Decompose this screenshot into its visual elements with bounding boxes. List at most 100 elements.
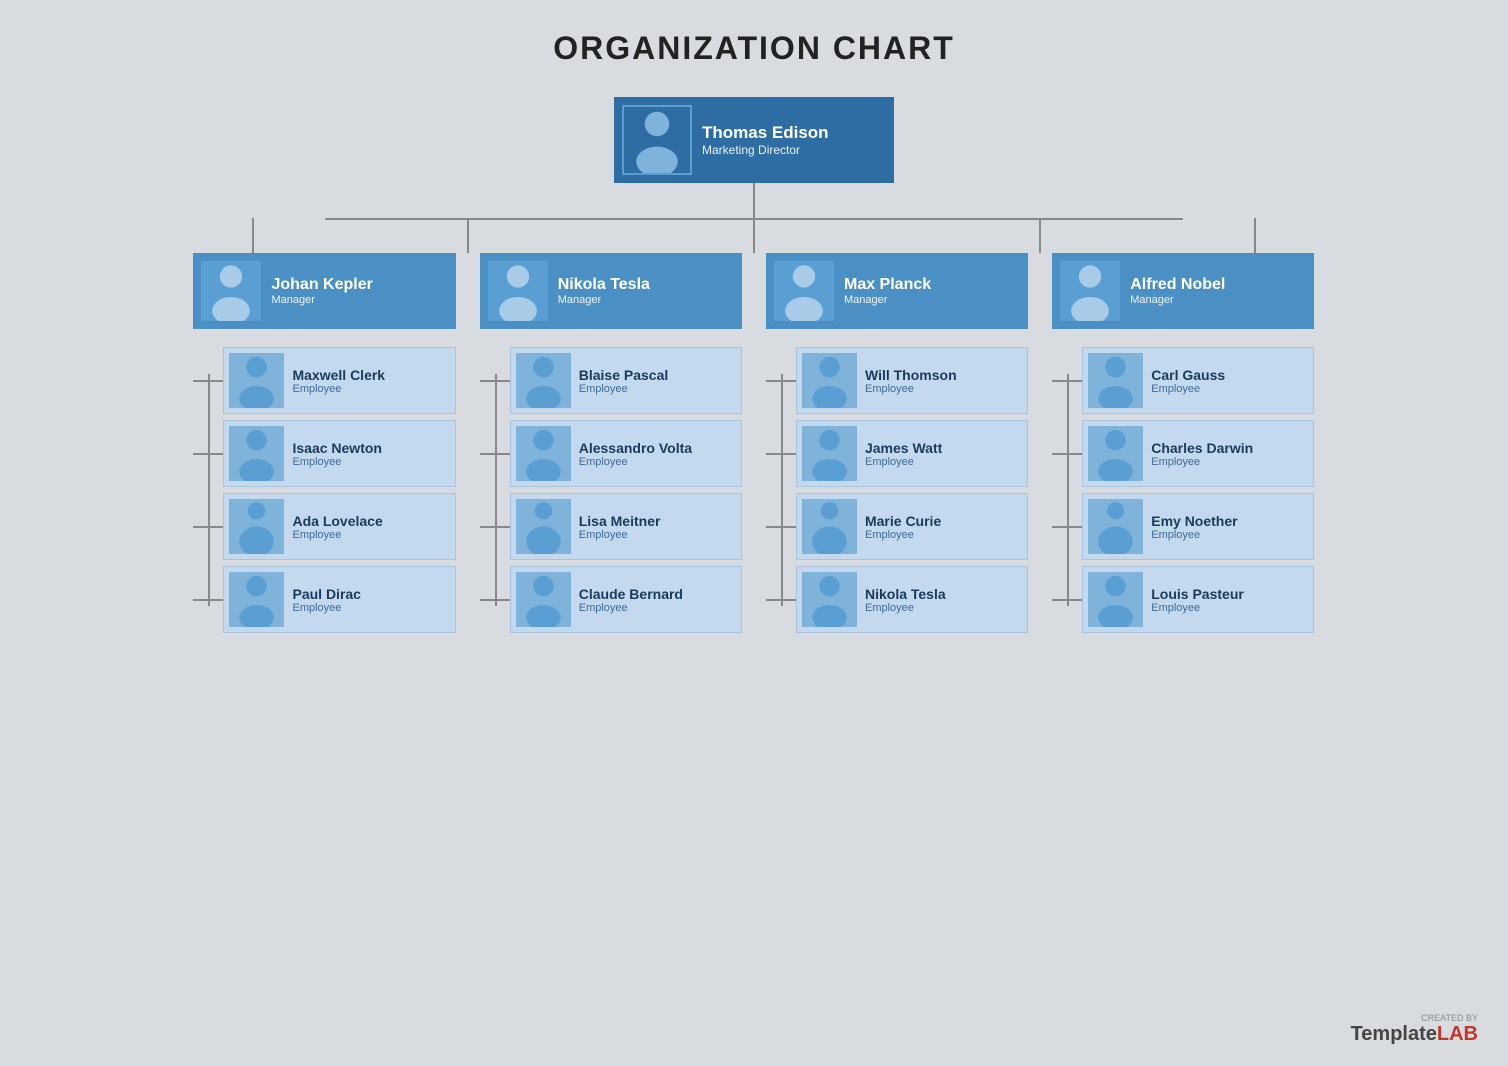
manager-col-2: Max Planck Manager [754, 253, 1040, 633]
emp-name-0-0: Maxwell Clerk [292, 367, 385, 383]
vline-right-1 [1039, 218, 1041, 253]
emp-text-2-2: Marie Curie Employee [865, 513, 941, 541]
emp-name-0-2: Ada Lovelace [292, 513, 382, 529]
manager-name-1: Nikola Tesla [558, 276, 650, 294]
emp-card-3-2: Emy Noether Employee [1082, 493, 1314, 560]
emp-vline-2 [781, 374, 783, 606]
emp-vline-1 [495, 374, 497, 606]
manager-role-2: Manager [844, 294, 931, 306]
vline-left-2 [467, 218, 469, 253]
emp-card-1-1: Alessandro Volta Employee [510, 420, 742, 487]
manager-card-1: Nikola Tesla Manager [480, 253, 742, 329]
emp-row-1-2: Lisa Meitner Employee [510, 493, 742, 560]
manager-card-3: Alfred Nobel Manager [1052, 253, 1314, 329]
manager-card-0: Johan Kepler Manager [193, 253, 455, 329]
watermark-lab: LAB [1437, 1023, 1478, 1045]
emp-list-2: Will Thomson Employee [796, 347, 1028, 633]
org-chart: ORGANIZATION CHART Thomas Edison Marketi… [20, 30, 1488, 633]
emp-section-3: Carl Gauss Employee [1052, 347, 1314, 633]
emp-avatar-1-1 [516, 426, 571, 481]
manager-col-3: Alfred Nobel Manager [1040, 253, 1326, 633]
emp-list-0: Maxwell Clerk Employee [223, 347, 455, 633]
emp-card-3-3: Louis Pasteur Employee [1082, 566, 1314, 633]
emp-avatar-2-1 [802, 426, 857, 481]
manager-name-0: Johan Kepler [271, 276, 372, 294]
emp-text-1-2: Lisa Meitner Employee [579, 513, 661, 541]
emp-avatar-3-0 [1088, 353, 1143, 408]
manager-text-1: Nikola Tesla Manager [558, 276, 650, 306]
manager-col-0: Johan Kepler Manager [181, 253, 467, 633]
top-card: Thomas Edison Marketing Director [614, 97, 894, 183]
emp-vline-container-2 [766, 347, 796, 633]
h-top-line [325, 218, 1184, 220]
vline-right-2 [1254, 218, 1256, 253]
watermark-template: Template [1351, 1023, 1437, 1045]
emp-vline-3 [1067, 374, 1069, 606]
emp-name-0-3: Paul Dirac [292, 586, 360, 602]
emp-card-2-1: James Watt Employee [796, 420, 1028, 487]
emp-row-1-1: Alessandro Volta Employee [510, 420, 742, 487]
emp-avatar-1-2 [516, 499, 571, 554]
manager-text-2: Max Planck Manager [844, 276, 931, 306]
level-0: Thomas Edison Marketing Director [614, 97, 894, 183]
manager-name-2: Max Planck [844, 276, 931, 294]
manager-text-3: Alfred Nobel Manager [1130, 276, 1225, 306]
emp-list-3: Carl Gauss Employee [1082, 347, 1314, 633]
manager-avatar-3 [1060, 261, 1120, 321]
emp-avatar-0-0 [229, 353, 284, 408]
emp-role-0-0: Employee [292, 383, 385, 395]
emp-card-1-0: Blaise Pascal Employee [510, 347, 742, 414]
emp-avatar-3-3 [1088, 572, 1143, 627]
emp-row-0-1: Isaac Newton Employee [223, 420, 455, 487]
emp-section-2: Will Thomson Employee [766, 347, 1028, 633]
emp-section-1: Blaise Pascal Employee [480, 347, 742, 633]
emp-avatar-1-0 [516, 353, 571, 408]
emp-card-3-1: Charles Darwin Employee [1082, 420, 1314, 487]
top-avatar [622, 105, 692, 175]
emp-text-1-1: Alessandro Volta Employee [579, 440, 692, 468]
manager-card-2: Max Planck Manager [766, 253, 1028, 329]
emp-name-0-1: Isaac Newton [292, 440, 381, 456]
emp-row-3-3: Louis Pasteur Employee [1082, 566, 1314, 633]
watermark: CREATED BY TemplateLAB [1351, 1013, 1478, 1046]
emp-role-0-1: Employee [292, 456, 381, 468]
emp-row-3-1: Charles Darwin Employee [1082, 420, 1314, 487]
h-connector-row [181, 218, 1326, 253]
emp-text-3-2: Emy Noether Employee [1151, 513, 1237, 541]
emp-card-1-2: Lisa Meitner Employee [510, 493, 742, 560]
emp-avatar-0-1 [229, 426, 284, 481]
emp-text-0-3: Paul Dirac Employee [292, 586, 360, 614]
emp-card-0-0: Maxwell Clerk Employee [223, 347, 455, 414]
emp-role-0-3: Employee [292, 602, 360, 614]
emp-avatar-2-3 [802, 572, 857, 627]
top-connector-down [753, 183, 755, 218]
emp-role-0-2: Employee [292, 529, 382, 541]
emp-row-2-1: James Watt Employee [796, 420, 1028, 487]
emp-card-0-3: Paul Dirac Employee [223, 566, 455, 633]
emp-text-2-0: Will Thomson Employee [865, 367, 957, 395]
emp-row-0-2: Ada Lovelace Employee [223, 493, 455, 560]
vline-center [753, 218, 755, 253]
emp-card-2-2: Marie Curie Employee [796, 493, 1028, 560]
emp-section-0: Maxwell Clerk Employee [193, 347, 455, 633]
emp-vline-container-3 [1052, 347, 1082, 633]
manager-avatar-0 [201, 261, 261, 321]
emp-row-2-2: Marie Curie Employee [796, 493, 1028, 560]
top-role: Marketing Director [702, 143, 829, 157]
top-name: Thomas Edison [702, 123, 829, 143]
emp-text-0-2: Ada Lovelace Employee [292, 513, 382, 541]
emp-card-1-3: Claude Bernard Employee [510, 566, 742, 633]
manager-role-3: Manager [1130, 294, 1225, 306]
emp-card-2-0: Will Thomson Employee [796, 347, 1028, 414]
emp-text-0-0: Maxwell Clerk Employee [292, 367, 385, 395]
emp-card-2-3: Nikola Tesla Employee [796, 566, 1028, 633]
manager-role-1: Manager [558, 294, 650, 306]
managers-row: Johan Kepler Manager [181, 253, 1326, 633]
manager-text-0: Johan Kepler Manager [271, 276, 372, 306]
watermark-brand: TemplateLAB [1351, 1023, 1478, 1045]
emp-avatar-0-3 [229, 572, 284, 627]
emp-text-3-3: Louis Pasteur Employee [1151, 586, 1244, 614]
manager-avatar-2 [774, 261, 834, 321]
top-card-text: Thomas Edison Marketing Director [702, 123, 829, 157]
emp-vline-container-1 [480, 347, 510, 633]
